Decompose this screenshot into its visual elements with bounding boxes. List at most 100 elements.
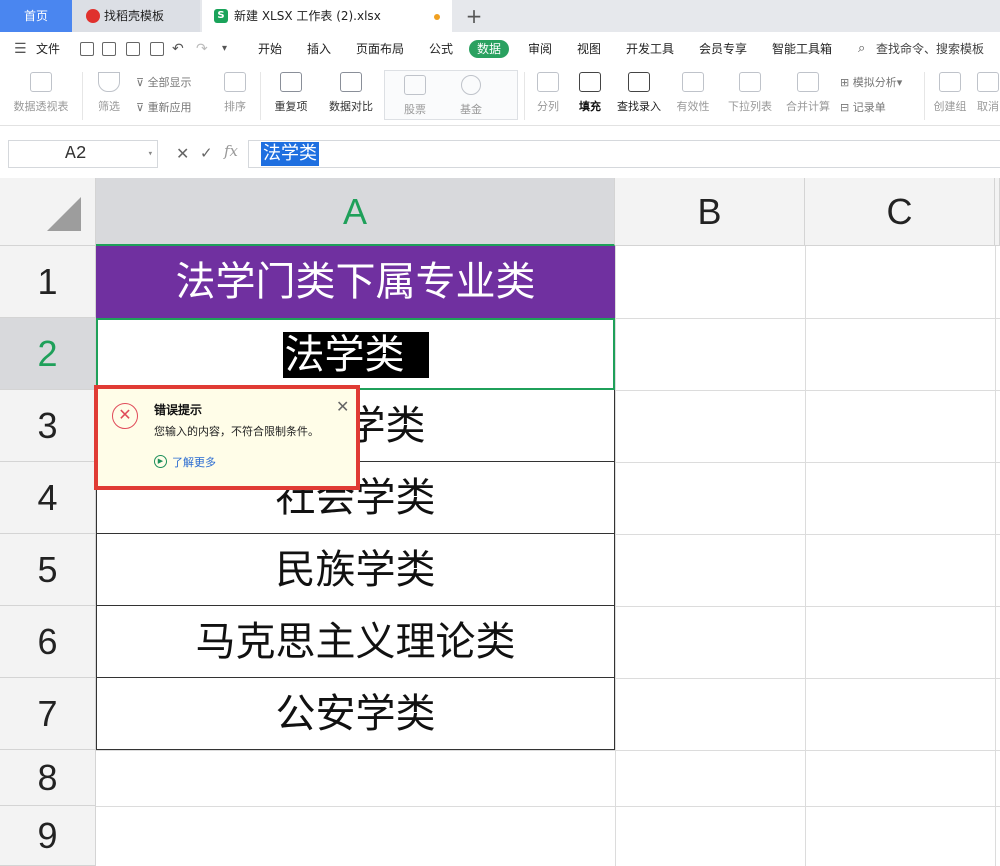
tab-template-label: 找稻壳模板 [104,9,165,23]
pivot-table-label: 数据透视表 [13,100,69,113]
cell-a7[interactable]: 公安学类 [96,678,615,750]
data-compare-label: 数据对比 [329,100,373,113]
docer-logo-icon [86,9,100,23]
menu-formulas[interactable]: 公式 [429,40,453,58]
duplicates-icon [280,72,302,92]
record-form-button[interactable]: ⊟ 记录单 [840,99,886,115]
search-icon[interactable]: ⌕ [858,40,865,58]
redo-icon[interactable]: ↷ [196,40,208,58]
validation-error-popup: ✕ 错误提示 您输入的内容，不符合限制条件。 ✕ ▶ 了解更多 [94,385,360,490]
quick-access-dropdown-icon[interactable]: ▾ [222,40,227,58]
show-all-label: 全部显示 [147,76,192,89]
row-header-8[interactable]: 8 [0,750,96,806]
hamburger-icon[interactable]: ☰ [14,40,27,58]
ribbon-separator [924,72,925,120]
gridline [96,806,1000,807]
menu-home[interactable]: 开始 [258,40,282,58]
sort-icon [224,72,246,92]
row-header-5[interactable]: 5 [0,534,96,606]
data-compare-button[interactable]: 数据对比 [322,72,380,114]
row-header-3[interactable]: 3 [0,390,96,462]
column-header-b[interactable]: B [615,178,805,246]
row-header-1[interactable]: 1 [0,246,96,318]
pivot-table-icon [30,72,52,92]
dropdown-list-button[interactable]: 下拉列表 [724,72,776,114]
fill-button[interactable]: 填充 [572,72,608,114]
new-tab-button[interactable]: + [462,0,486,32]
reapply-label: 重新应用 [147,101,192,114]
column-header-c[interactable]: C [805,178,995,246]
row-header-6[interactable]: 6 [0,606,96,678]
tab-template[interactable]: 找稻壳模板 [72,0,200,32]
split-column-icon [537,72,559,92]
export-pdf-icon[interactable] [126,42,140,56]
split-column-button[interactable]: 分列 [530,72,566,114]
stock-fund-gallery[interactable]: 股票 基金 [384,70,518,120]
menu-member[interactable]: 会员专享 [699,40,747,58]
fund-label: 基金 [460,103,482,116]
learn-more-link[interactable]: 了解更多 [172,454,216,470]
duplicates-button[interactable]: 重复项 [268,72,314,114]
cell-a6[interactable]: 马克思主义理论类 [96,606,615,678]
document-tab-bar: 首页 找稻壳模板 S 新建 XLSX 工作表 (2).xlsx + [0,0,1000,32]
spreadsheet-grid[interactable]: A B C 1 2 3 4 5 6 7 8 9 法学门类下属专业类 法学类 学类… [0,178,1000,866]
menu-review[interactable]: 审阅 [528,40,552,58]
confirm-edit-icon[interactable]: ✓ [200,144,213,162]
row-header-7[interactable]: 7 [0,678,96,750]
validity-label: 有效性 [676,100,710,113]
menu-data[interactable]: 数据 [469,40,510,58]
menu-page-layout[interactable]: 页面布局 [356,40,404,58]
what-if-analysis-button[interactable]: ⊞ 模拟分析▾ [840,74,902,90]
print-icon[interactable] [150,42,164,56]
lookup-entry-button[interactable]: 查找录入 [614,72,664,114]
stock-button[interactable]: 股票 [395,75,435,117]
what-if-analysis-label: 模拟分析 [852,76,897,89]
cancel-edit-icon[interactable]: ✕ [176,144,189,163]
close-icon[interactable]: ✕ [336,397,349,416]
create-group-label: 创建组 [933,100,967,113]
name-box-dropdown-icon[interactable]: ▾ [148,141,153,167]
gridline [995,246,996,866]
consolidate-button[interactable]: 合并计算 [782,72,834,114]
menu-insert[interactable]: 插入 [307,40,331,58]
error-circle-x-icon: ✕ [112,403,138,429]
cell-a2-active[interactable]: 法学类 [96,318,615,390]
column-header-d-partial[interactable] [995,178,1000,246]
dropdown-list-label: 下拉列表 [728,100,772,113]
split-column-label: 分列 [537,100,559,113]
column-header-a[interactable]: A [96,178,615,246]
reapply-button[interactable]: ⊽ 重新应用 [136,99,192,115]
row-header-4[interactable]: 4 [0,462,96,534]
ribbon-separator [524,72,525,120]
menu-file[interactable]: 文件 [36,40,60,58]
create-group-button[interactable]: 创建组 [930,72,970,114]
print-preview-icon[interactable] [102,42,116,56]
row-header-9[interactable]: 9 [0,806,96,866]
sort-button[interactable]: 排序 [218,72,252,114]
select-all-corner[interactable] [0,178,96,246]
fund-button[interactable]: 基金 [451,75,491,117]
cell-a5[interactable]: 民族学类 [96,534,615,606]
gridline [805,246,806,866]
validity-button[interactable]: 有效性 [670,72,716,114]
menu-developer[interactable]: 开发工具 [626,40,674,58]
formula-input[interactable]: 法学类 [248,140,1000,168]
undo-icon[interactable]: ↶ [172,40,184,58]
save-icon[interactable] [80,42,94,56]
pivot-table-button[interactable]: 数据透视表 [8,72,74,114]
show-all-button[interactable]: ⊽ 全部显示 [136,74,192,90]
tab-current-file[interactable]: S 新建 XLSX 工作表 (2).xlsx [202,0,452,32]
error-title: 错误提示 [154,403,203,417]
filter-label: 筛选 [98,100,120,113]
menu-view[interactable]: 视图 [577,40,601,58]
command-search[interactable]: 查找命令、搜索模板 [876,40,984,58]
row-header-2[interactable]: 2 [0,318,96,390]
menu-smart-toolbox[interactable]: 智能工具箱 [772,40,832,58]
tab-home[interactable]: 首页 [0,0,72,32]
filter-button[interactable]: 筛选 [92,72,126,114]
ungroup-button[interactable]: 取消 [976,72,1000,114]
name-box[interactable]: A2 ▾ [8,140,158,168]
tab-file-label: 新建 XLSX 工作表 (2).xlsx [234,9,381,23]
cell-a1-header[interactable]: 法学门类下属专业类 [96,246,615,318]
insert-function-icon[interactable]: fx [224,142,238,160]
